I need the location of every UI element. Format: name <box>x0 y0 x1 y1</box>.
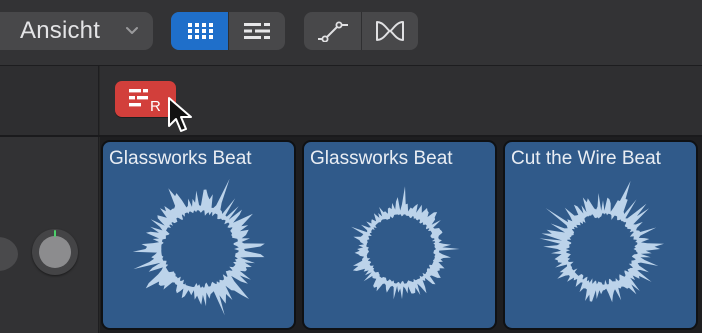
circular-waveform-icon <box>539 180 664 303</box>
live-loop-cell[interactable]: Cut the Wire Beat <box>503 140 698 330</box>
curve-tools-segmented-control <box>304 12 418 50</box>
grid-icon <box>187 23 213 39</box>
view-menu-label: Ansicht <box>20 17 101 44</box>
view-mode-segmented-control <box>171 12 285 50</box>
waveform-shape <box>132 178 265 316</box>
crossfade-icon <box>376 21 404 41</box>
live-loop-cell[interactable]: Glassworks Beat <box>101 140 296 330</box>
waveform-shape <box>351 186 460 300</box>
circular-waveform-icon <box>351 186 460 300</box>
waveform-ring <box>363 211 439 287</box>
automation-curve-button[interactable] <box>304 12 361 50</box>
repeat-letter: R <box>150 98 161 113</box>
app-window: Ansicht R Glassworks Beat Glassworks Bea… <box>0 0 702 333</box>
circular-waveform-icon <box>132 178 265 316</box>
crossfade-button[interactable] <box>361 12 418 50</box>
waveform-ring <box>563 210 641 288</box>
waveform-ring <box>158 207 242 291</box>
track-list-header <box>0 66 99 136</box>
waveform-shape <box>539 180 664 303</box>
grid-view-button[interactable] <box>171 12 228 50</box>
view-menu[interactable]: Ansicht <box>0 12 153 50</box>
list-repeat-icon: R <box>129 89 161 113</box>
toolbar: Ansicht <box>0 0 702 66</box>
list-icon <box>244 23 270 39</box>
live-loop-cell[interactable]: Glassworks Beat <box>302 140 497 330</box>
chevron-down-icon <box>126 27 138 34</box>
pan-knob[interactable] <box>32 229 78 275</box>
automation-curve-icon <box>317 21 348 42</box>
knob-indicator <box>54 230 56 237</box>
scene-header <box>100 66 702 136</box>
repeat-button[interactable]: R <box>115 81 176 117</box>
list-view-button[interactable] <box>228 12 285 50</box>
